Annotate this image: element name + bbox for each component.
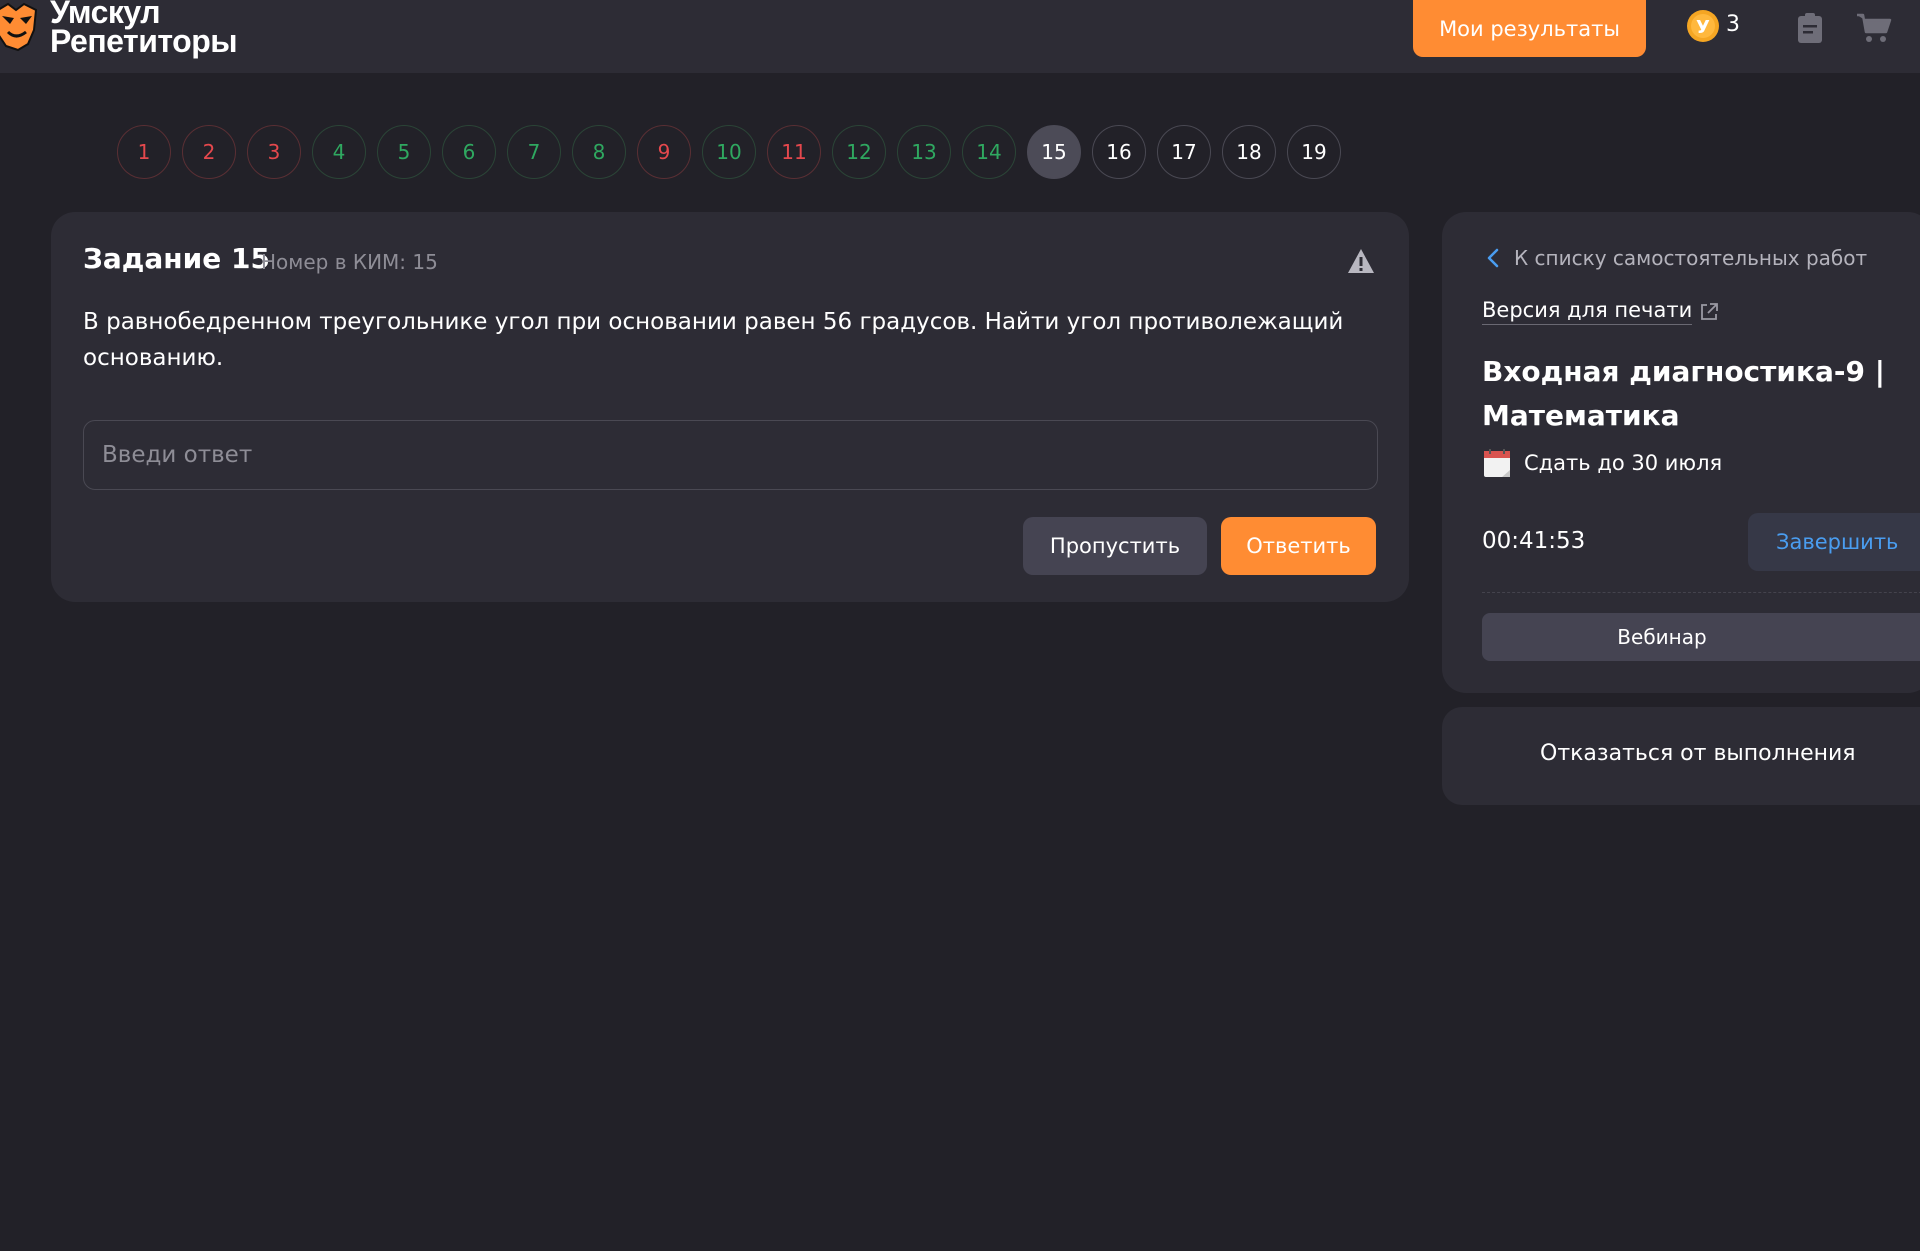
- back-link-label: К списку самостоятельных работ: [1514, 246, 1868, 270]
- top-header: Умскул Репетиторы Мои результаты У 3: [0, 0, 1920, 73]
- print-version-link[interactable]: Версия для печати: [1482, 298, 1720, 325]
- logo[interactable]: Умскул Репетиторы: [0, 0, 260, 60]
- chevron-left-icon: [1487, 248, 1499, 268]
- webinar-button[interactable]: Вебинар: [1482, 613, 1920, 661]
- logo-text: Умскул Репетиторы: [50, 0, 238, 59]
- divider: [1482, 592, 1920, 593]
- warning-icon[interactable]: [1347, 248, 1375, 274]
- task-card: Задание 15 Номер в КИМ: 15 В равнобедрен…: [51, 212, 1409, 602]
- task-nav-item-19[interactable]: 19: [1287, 125, 1341, 179]
- task-nav-item-7[interactable]: 7: [507, 125, 561, 179]
- answer-button[interactable]: Ответить: [1221, 517, 1376, 575]
- answer-input[interactable]: [83, 420, 1378, 490]
- clipboard-icon[interactable]: [1796, 12, 1824, 44]
- task-nav-item-8[interactable]: 8: [572, 125, 626, 179]
- task-nav-item-3[interactable]: 3: [247, 125, 301, 179]
- task-nav-item-11[interactable]: 11: [767, 125, 821, 179]
- task-nav-item-1[interactable]: 1: [117, 125, 171, 179]
- kim-number: Номер в КИМ: 15: [261, 250, 438, 274]
- task-nav-item-5[interactable]: 5: [377, 125, 431, 179]
- refuse-label: Отказаться от выполнения: [1540, 741, 1856, 766]
- task-nav-item-18[interactable]: 18: [1222, 125, 1276, 179]
- task-nav-item-16[interactable]: 16: [1092, 125, 1146, 179]
- timer: 00:41:53: [1482, 528, 1586, 554]
- task-nav-item-4[interactable]: 4: [312, 125, 366, 179]
- refuse-button[interactable]: Отказаться от выполнения: [1442, 707, 1920, 805]
- coin-count: 3: [1726, 12, 1740, 37]
- deadline: Сдать до 30 июля: [1482, 448, 1722, 478]
- task-nav-item-12[interactable]: 12: [832, 125, 886, 179]
- external-link-icon: [1701, 302, 1719, 320]
- calendar-icon: [1484, 449, 1510, 477]
- coin-letter: У: [1696, 17, 1710, 38]
- tiger-logo-icon: [0, 2, 38, 52]
- deadline-text: Сдать до 30 июля: [1524, 451, 1723, 475]
- task-nav-item-10[interactable]: 10: [702, 125, 756, 179]
- coin-icon: У: [1687, 10, 1719, 42]
- task-title: Задание 15: [83, 242, 270, 275]
- task-nav-item-14[interactable]: 14: [962, 125, 1016, 179]
- logo-line2: Репетиторы: [50, 23, 238, 59]
- back-to-list-link[interactable]: К списку самостоятельных работ: [1486, 246, 1867, 270]
- finish-button[interactable]: Завершить: [1748, 513, 1920, 571]
- work-title: Входная диагностика-9 | Математика: [1482, 355, 1885, 432]
- my-results-button[interactable]: Мои результаты: [1413, 0, 1646, 57]
- task-nav-item-13[interactable]: 13: [897, 125, 951, 179]
- task-text: В равнобедренном треугольнике угол при о…: [83, 309, 1344, 371]
- task-nav-item-17[interactable]: 17: [1157, 125, 1211, 179]
- sidebar-card: К списку самостоятельных работ Версия дл…: [1442, 212, 1920, 693]
- print-link-label: Версия для печати: [1482, 298, 1693, 325]
- skip-button[interactable]: Пропустить: [1023, 517, 1207, 575]
- task-nav-item-15[interactable]: 15: [1027, 125, 1081, 179]
- task-nav-item-2[interactable]: 2: [182, 125, 236, 179]
- cart-icon[interactable]: [1856, 12, 1892, 44]
- task-nav-item-9[interactable]: 9: [637, 125, 691, 179]
- task-navigation: 1 2 3 4 5 6 7 8 9 10 11 12 13 14 15 16 17 18 19: [117, 125, 1341, 179]
- task-nav-item-6[interactable]: 6: [442, 125, 496, 179]
